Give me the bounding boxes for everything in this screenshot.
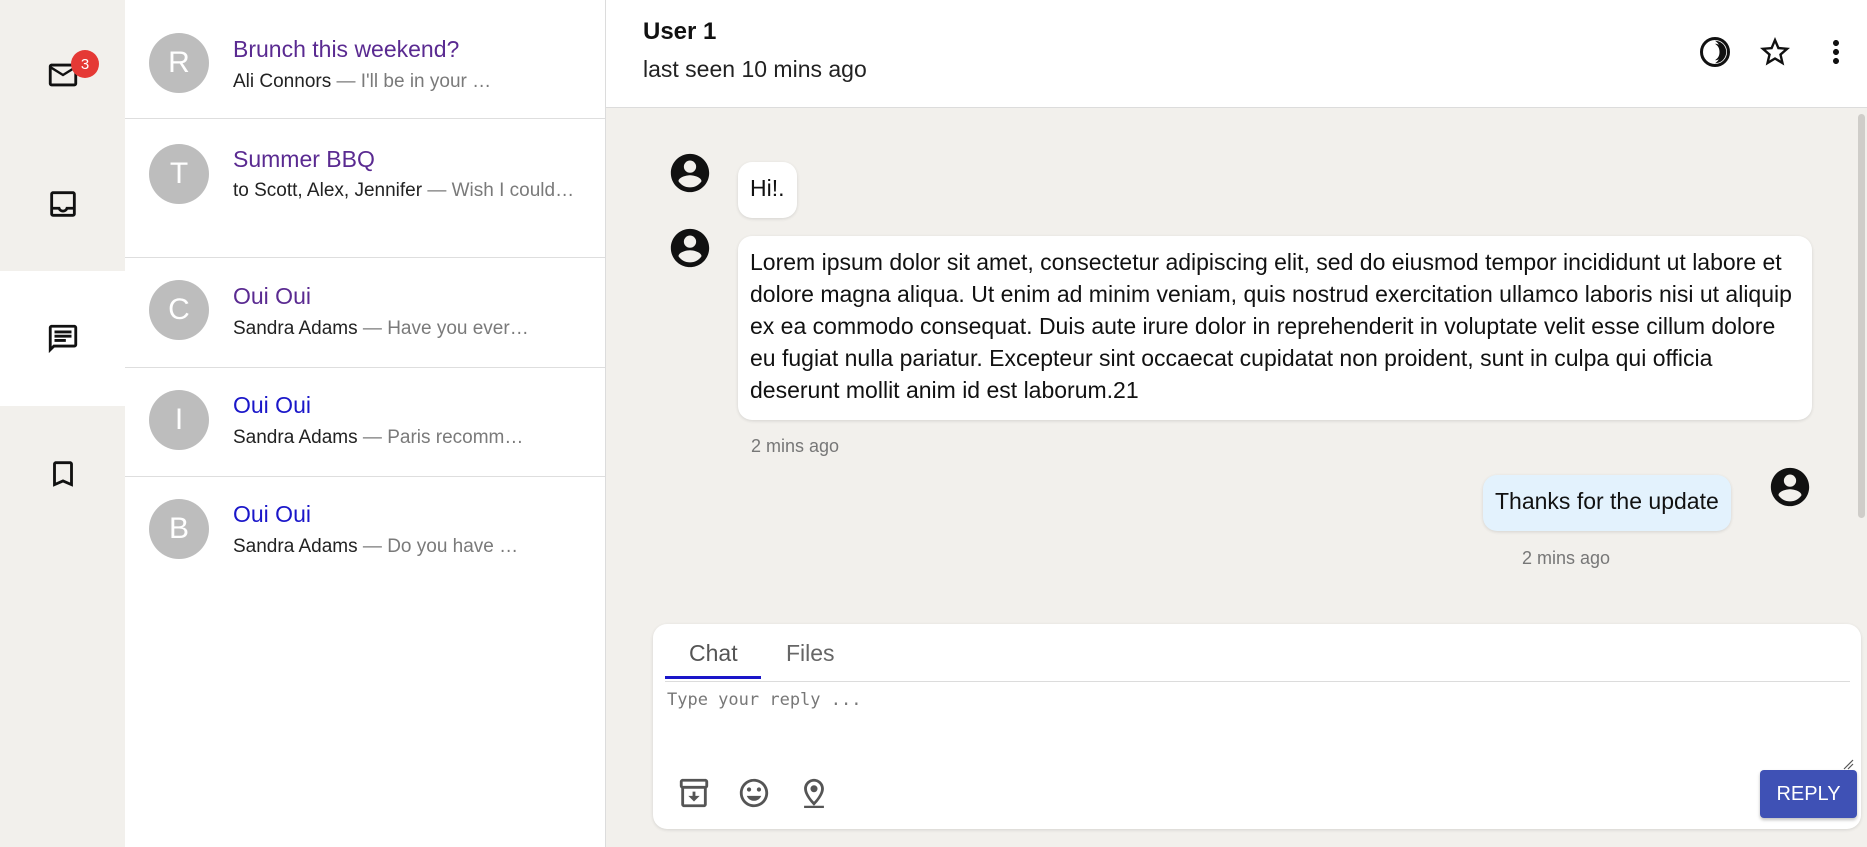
attach-archive-button[interactable]	[677, 776, 711, 810]
avatar: B	[149, 499, 209, 559]
emoji-button[interactable]	[737, 776, 771, 810]
conversation-preview: Sandra Adams — Paris recomm…	[233, 423, 575, 453]
location-pin-icon	[804, 778, 824, 809]
chat-header: User 1 last seen 10 mins ago	[606, 0, 1867, 108]
conversation-title: Summer BBQ	[233, 146, 375, 172]
message-timestamp: 2 mins ago	[1522, 548, 1611, 568]
list-item[interactable]: T Summer BBQ to Scott, Alex, Jennifer — …	[125, 119, 605, 258]
sender: Sandra Adams	[233, 427, 358, 448]
chat-icon	[48, 324, 77, 353]
star-button[interactable]	[1757, 34, 1793, 70]
theme-toggle-button[interactable]	[1697, 34, 1733, 70]
sender-avatar	[667, 225, 713, 271]
archive-download-icon	[679, 778, 709, 808]
sender: Sandra Adams	[233, 318, 358, 339]
location-button[interactable]	[797, 776, 831, 810]
reply-input[interactable]	[665, 686, 1850, 770]
tab-divider	[665, 681, 1850, 682]
bookmark-icon	[52, 460, 73, 487]
conversation-list: R Brunch this weekend? Ali Connors — I'l…	[125, 0, 606, 847]
message-timestamp: 2 mins ago	[751, 436, 840, 456]
conversation-preview: to Scott, Alex, Jennifer — Wish I could…	[233, 176, 575, 206]
account-circle-icon	[670, 153, 710, 193]
list-item[interactable]: B Oui Oui Sandra Adams — Do you have …	[125, 477, 605, 587]
star-icon	[1760, 37, 1790, 66]
last-seen-status: last seen 10 mins ago	[643, 56, 867, 82]
conversation-preview: Sandra Adams — Do you have …	[233, 532, 575, 562]
conversation-preview: Sandra Adams — Have you ever…	[233, 314, 575, 344]
inbox-icon	[49, 190, 76, 217]
sender-avatar	[667, 150, 713, 196]
sender: Ali Connors	[233, 71, 332, 92]
conversation-title: Oui Oui	[233, 501, 311, 527]
list-item[interactable]: C Oui Oui Sandra Adams — Have you ever…	[125, 258, 605, 368]
avatar: C	[149, 280, 209, 340]
nav-item-mail[interactable]: 3	[0, 7, 125, 142]
conversation-title: Oui Oui	[233, 283, 311, 309]
nav-item-bookmarks[interactable]	[0, 406, 125, 541]
nav-item-inbox[interactable]	[0, 136, 125, 271]
chat-panel: User 1 last seen 10 mins ago Hi!. Lorem …	[606, 0, 1867, 847]
avatar: R	[149, 33, 209, 93]
more-options-button[interactable]	[1818, 34, 1854, 70]
snippet: — Do you have …	[357, 536, 519, 557]
conversation-preview: Ali Connors — I'll be in your …	[233, 67, 575, 97]
more-vert-icon	[1833, 40, 1839, 64]
tab-files[interactable]: Files	[786, 640, 835, 678]
theme-contrast-icon	[1700, 37, 1730, 67]
own-avatar	[1767, 464, 1813, 510]
message-bubble: Lorem ipsum dolor sit amet, consectetur …	[738, 236, 1812, 420]
emoji-icon	[739, 778, 769, 808]
reply-composer: Chat Files REPLY	[653, 624, 1861, 829]
chat-user-name: User 1	[643, 18, 717, 45]
thread-scrollbar[interactable]	[1857, 108, 1867, 518]
avatar: I	[149, 390, 209, 450]
list-item[interactable]: R Brunch this weekend? Ali Connors — I'l…	[125, 0, 605, 119]
tab-chat[interactable]: Chat	[689, 640, 738, 678]
active-tab-indicator	[665, 676, 761, 679]
message-bubble: Hi!.	[738, 162, 797, 218]
snippet: — Have you ever…	[357, 318, 529, 339]
avatar: T	[149, 144, 209, 204]
snippet: — Wish I could…	[422, 180, 575, 201]
list-item[interactable]: I Oui Oui Sandra Adams — Paris recomm…	[125, 368, 605, 477]
nav-item-chat[interactable]	[0, 271, 125, 406]
sender: Sandra Adams	[233, 536, 358, 557]
account-circle-icon	[670, 228, 710, 268]
snippet: — I'll be in your …	[331, 71, 492, 92]
conversation-title: Oui Oui	[233, 392, 311, 418]
own-message-bubble: Thanks for the update	[1483, 475, 1731, 531]
sender: to Scott, Alex, Jennifer	[233, 180, 423, 201]
conversation-title: Brunch this weekend?	[233, 36, 460, 62]
account-circle-icon	[1770, 467, 1810, 507]
resize-grip-icon[interactable]	[1842, 758, 1854, 770]
unread-count-badge: 3	[71, 50, 99, 78]
reply-button[interactable]: REPLY	[1760, 770, 1857, 818]
snippet: — Paris recomm…	[357, 427, 524, 448]
nav-rail: 3	[0, 0, 125, 847]
scroll-thumb[interactable]	[1858, 114, 1865, 518]
